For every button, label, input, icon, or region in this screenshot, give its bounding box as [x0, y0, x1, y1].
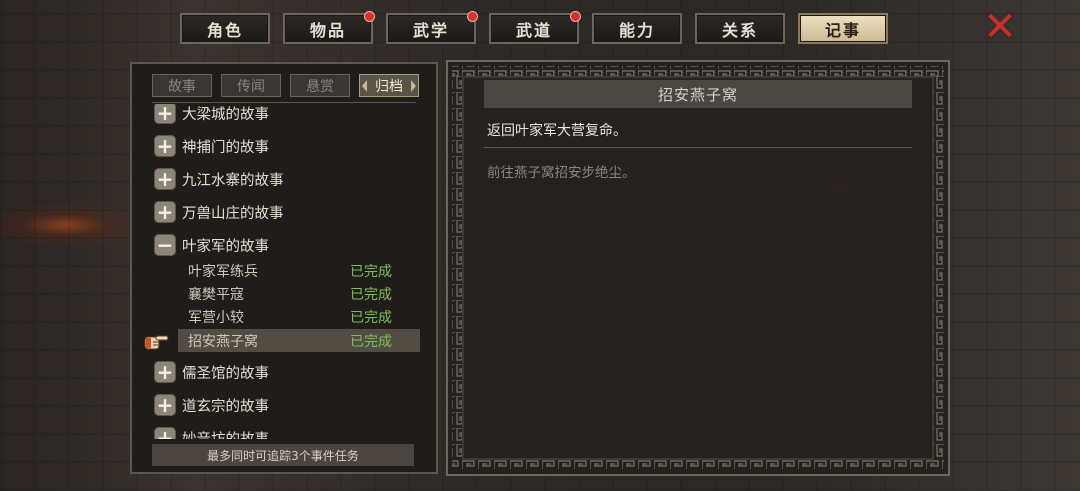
- tab-abilities[interactable]: 能力: [592, 13, 682, 44]
- quest-name: 军营小较: [188, 309, 244, 326]
- tab-martial-arts[interactable]: 武学: [386, 11, 478, 44]
- category-yejiajun[interactable]: − 叶家军的故事: [154, 233, 269, 257]
- category-label: 神捕门的故事: [182, 139, 269, 156]
- collapse-minus-icon[interactable]: −: [154, 234, 176, 256]
- close-x-icon: ✕: [983, 4, 1017, 50]
- quest-name: 招安燕子窝: [188, 333, 258, 350]
- subtab-archive[interactable]: 归档: [359, 74, 419, 97]
- category-label: 妙音坊的故事: [182, 428, 269, 440]
- subtab-label: 归档: [375, 78, 403, 95]
- category-daliang[interactable]: + 大梁城的故事: [154, 104, 269, 125]
- tab-items[interactable]: 物品: [283, 11, 375, 44]
- quest-status: 已完成: [350, 286, 392, 303]
- category-wanshou[interactable]: + 万兽山庄的故事: [154, 200, 284, 224]
- tab-journal[interactable]: 记事: [798, 13, 888, 44]
- expand-plus-icon[interactable]: +: [154, 394, 176, 416]
- category-label: 大梁城的故事: [182, 106, 269, 123]
- quest-category-list[interactable]: + 大梁城的故事 + 神捕门的故事 + 九江水寨的故事 + 万兽山庄的故事 − 叶家军的故…: [132, 104, 436, 439]
- tab-label: 武道: [515, 20, 552, 40]
- close-button[interactable]: ✕: [981, 4, 1019, 50]
- tab-label: 能力: [618, 20, 655, 40]
- tab-character[interactable]: 角色: [180, 13, 270, 44]
- quest-description: 返回叶家军大营复命。: [487, 123, 627, 139]
- category-jiujiang[interactable]: + 九江水寨的故事: [154, 167, 284, 191]
- subtab-bounties[interactable]: 悬赏: [290, 74, 350, 97]
- quest-item-selected[interactable]: 招安燕子窝 已完成: [178, 329, 420, 352]
- subtab-rumors[interactable]: 传闻: [221, 74, 281, 97]
- tab-label: 关系: [721, 20, 758, 40]
- quest-status: 已完成: [350, 309, 392, 326]
- expand-plus-icon[interactable]: +: [154, 168, 176, 190]
- category-rushengguan[interactable]: + 儒圣馆的故事: [154, 360, 269, 384]
- pointing-hand-icon: [144, 335, 169, 350]
- expand-plus-icon[interactable]: +: [154, 427, 176, 439]
- expand-plus-icon[interactable]: +: [154, 201, 176, 223]
- expand-plus-icon[interactable]: +: [154, 104, 176, 124]
- divider: [484, 147, 912, 148]
- divider: [152, 102, 416, 103]
- tab-relations[interactable]: 关系: [695, 13, 785, 44]
- category-label: 叶家军的故事: [182, 238, 269, 255]
- subtab-label: 故事: [168, 78, 196, 95]
- tab-martial-path[interactable]: 武道: [489, 11, 581, 44]
- subtab-label: 传闻: [237, 78, 265, 95]
- category-shenbumen[interactable]: + 神捕门的故事: [154, 134, 269, 158]
- quest-title: 招安燕子窝: [484, 80, 912, 108]
- notification-badge: [467, 11, 478, 22]
- category-label: 道玄宗的故事: [182, 398, 269, 415]
- tab-label: 物品: [309, 20, 346, 40]
- category-miaoyinfang[interactable]: + 妙音坊的故事: [154, 426, 269, 439]
- tracking-limit-note: 最多同时可追踪3个事件任务: [152, 444, 414, 466]
- category-label: 儒圣馆的故事: [182, 365, 269, 382]
- quest-status: 已完成: [350, 333, 392, 350]
- quest-status: 已完成: [350, 263, 392, 280]
- subtab-label: 悬赏: [306, 78, 334, 95]
- quest-item[interactable]: 军营小较 已完成: [178, 305, 420, 328]
- footer-text: 最多同时可追踪3个事件任务: [207, 448, 359, 463]
- quest-title-text: 招安燕子窝: [657, 85, 738, 104]
- quest-item[interactable]: 襄樊平寇 已完成: [178, 282, 420, 305]
- notification-badge: [364, 11, 375, 22]
- category-daoxuanzong[interactable]: + 道玄宗的故事: [154, 393, 269, 417]
- quest-objective: 前往燕子窝招安步绝尘。: [487, 165, 636, 181]
- quest-item[interactable]: 叶家军练兵 已完成: [178, 259, 420, 282]
- expand-plus-icon[interactable]: +: [154, 135, 176, 157]
- tab-label: 武学: [412, 20, 449, 40]
- subtab-stories[interactable]: 故事: [152, 74, 212, 97]
- category-label: 九江水寨的故事: [182, 172, 284, 189]
- quest-list-panel: 故事 传闻 悬赏 归档 + 大梁城的故事 + 神捕门的故事 + 九江水寨的故事 + 万兽…: [130, 62, 438, 474]
- expand-plus-icon[interactable]: +: [154, 361, 176, 383]
- tab-label: 角色: [206, 20, 243, 40]
- notification-badge: [570, 11, 581, 22]
- tab-label: 记事: [824, 20, 861, 40]
- category-label: 万兽山庄的故事: [182, 205, 284, 222]
- quest-name: 叶家军练兵: [188, 263, 258, 280]
- quest-name: 襄樊平寇: [188, 286, 244, 303]
- quest-detail-panel: 招安燕子窝 返回叶家军大营复命。 前往燕子窝招安步绝尘。: [446, 60, 950, 476]
